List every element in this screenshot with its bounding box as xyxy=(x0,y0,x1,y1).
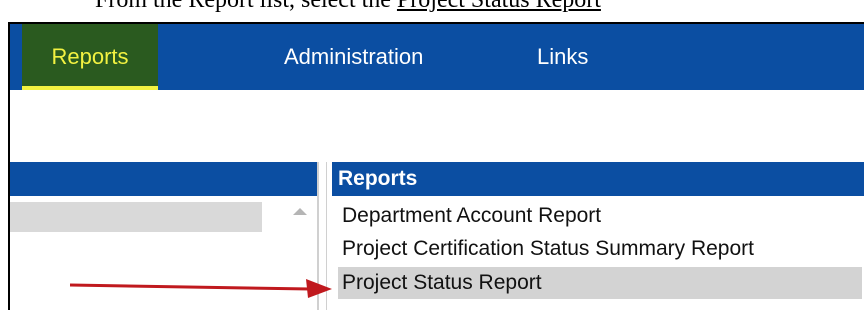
reports-panel-title: Reports xyxy=(338,167,418,190)
instruction-link-text: Project Status Report xyxy=(396,0,601,13)
report-item-project-certification-status-summary[interactable]: Project Certification Status Summary Rep… xyxy=(338,233,862,265)
left-pane-row[interactable] xyxy=(10,202,262,232)
report-item-project-status[interactable]: Project Status Report xyxy=(338,267,862,299)
top-nav-bar: Reports Administration Links xyxy=(10,24,864,90)
instruction-prefix: From the Report list, select the xyxy=(95,0,397,13)
report-item-department-account[interactable]: Department Account Report xyxy=(338,200,862,232)
nav-tab-administration[interactable]: Administration xyxy=(284,24,423,90)
nav-tab-reports[interactable]: Reports xyxy=(22,24,158,90)
red-arrow-icon xyxy=(70,279,332,298)
nav-tab-links[interactable]: Links xyxy=(537,24,588,90)
app-screenshot: Reports Administration Links Reports Dep… xyxy=(8,22,864,310)
left-pane-header xyxy=(10,162,317,196)
document-instruction: From the Report list, select the Project… xyxy=(95,0,601,16)
scroll-up-icon[interactable] xyxy=(293,208,307,215)
